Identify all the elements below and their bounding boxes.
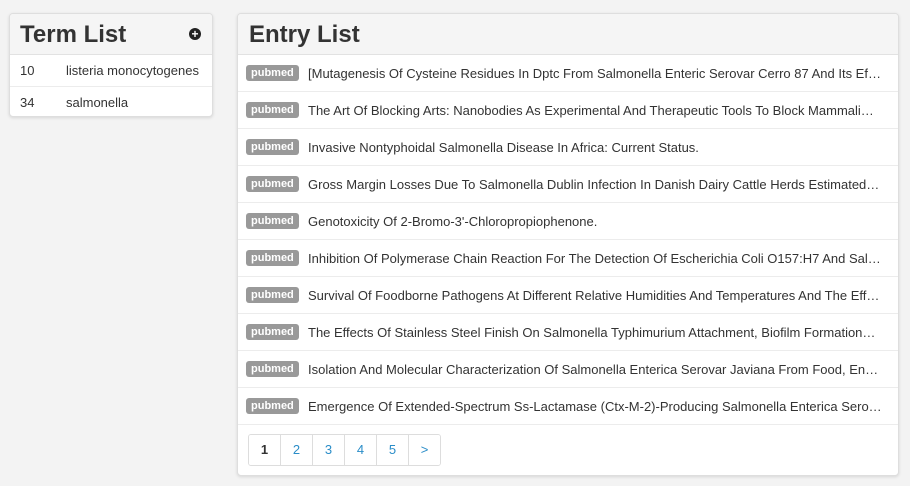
entry-title[interactable]: [Mutagenesis Of Cysteine Residues In Dpt… — [308, 55, 888, 93]
entry-list-title: Entry List — [249, 21, 360, 48]
entry-row[interactable]: pubmed Inhibition Of Polymerase Chain Re… — [238, 240, 898, 277]
page-link-1[interactable]: 1 — [249, 435, 281, 465]
entry-row[interactable]: pubmed Genotoxicity Of 2-Bromo-3'-Chloro… — [238, 203, 898, 240]
term-name: salmonella — [66, 95, 129, 110]
source-badge: pubmed — [246, 361, 299, 377]
entry-row[interactable]: pubmed Gross Margin Losses Due To Salmon… — [238, 166, 898, 203]
pagination: 1 2 3 4 5 > — [248, 434, 441, 466]
entry-title[interactable]: Gross Margin Losses Due To Salmonella Du… — [308, 166, 888, 204]
entry-title[interactable]: Survival Of Foodborne Pathogens At Diffe… — [308, 277, 888, 315]
term-list-panel: Term List + 10 listeria monocytogenes 34… — [9, 13, 213, 117]
entry-row[interactable]: pubmed Isolation And Molecular Character… — [238, 351, 898, 388]
entry-list-body: pubmed [Mutagenesis Of Cysteine Residues… — [238, 55, 898, 425]
entry-title[interactable]: The Art Of Blocking Arts: Nanobodies As … — [308, 92, 888, 130]
source-badge: pubmed — [246, 250, 299, 266]
page-link-5[interactable]: 5 — [377, 435, 409, 465]
next-page-link[interactable]: > — [409, 435, 440, 465]
term-list-body: 10 listeria monocytogenes 34 salmonella — [10, 55, 212, 116]
entry-row[interactable]: pubmed Emergence Of Extended-Spectrum Ss… — [238, 388, 898, 425]
source-badge: pubmed — [246, 287, 299, 303]
source-badge: pubmed — [246, 213, 299, 229]
term-row[interactable]: 34 salmonella — [10, 87, 212, 116]
term-count: 10 — [20, 63, 35, 78]
add-term-icon[interactable]: + — [189, 28, 201, 40]
source-badge: pubmed — [246, 65, 299, 81]
entry-row[interactable]: pubmed Invasive Nontyphoidal Salmonella … — [238, 129, 898, 166]
source-badge: pubmed — [246, 324, 299, 340]
entry-title[interactable]: Invasive Nontyphoidal Salmonella Disease… — [308, 129, 888, 167]
entry-row[interactable]: pubmed Survival Of Foodborne Pathogens A… — [238, 277, 898, 314]
page-link-3[interactable]: 3 — [313, 435, 345, 465]
term-row[interactable]: 10 listeria monocytogenes — [10, 55, 212, 87]
term-count: 34 — [20, 95, 35, 110]
entry-title[interactable]: Emergence Of Extended-Spectrum Ss-Lactam… — [308, 388, 888, 426]
entry-row[interactable]: pubmed The Effects Of Stainless Steel Fi… — [238, 314, 898, 351]
entry-row[interactable]: pubmed The Art Of Blocking Arts: Nanobod… — [238, 92, 898, 129]
source-badge: pubmed — [246, 139, 299, 155]
entry-row[interactable]: pubmed [Mutagenesis Of Cysteine Residues… — [238, 55, 898, 92]
entry-title[interactable]: Genotoxicity Of 2-Bromo-3'-Chloropropiop… — [308, 203, 888, 241]
entry-title[interactable]: Inhibition Of Polymerase Chain Reaction … — [308, 240, 888, 278]
page-link-2[interactable]: 2 — [281, 435, 313, 465]
entry-list-header: Entry List — [238, 14, 898, 55]
term-name: listeria monocytogenes — [66, 63, 199, 78]
page-link-4[interactable]: 4 — [345, 435, 377, 465]
entry-title[interactable]: The Effects Of Stainless Steel Finish On… — [308, 314, 888, 352]
term-list-header: Term List + — [10, 14, 212, 55]
source-badge: pubmed — [246, 102, 299, 118]
source-badge: pubmed — [246, 176, 299, 192]
entry-title[interactable]: Isolation And Molecular Characterization… — [308, 351, 888, 389]
source-badge: pubmed — [246, 398, 299, 414]
entry-list-panel: Entry List pubmed [Mutagenesis Of Cystei… — [237, 13, 899, 476]
term-list-title: Term List — [20, 21, 127, 48]
